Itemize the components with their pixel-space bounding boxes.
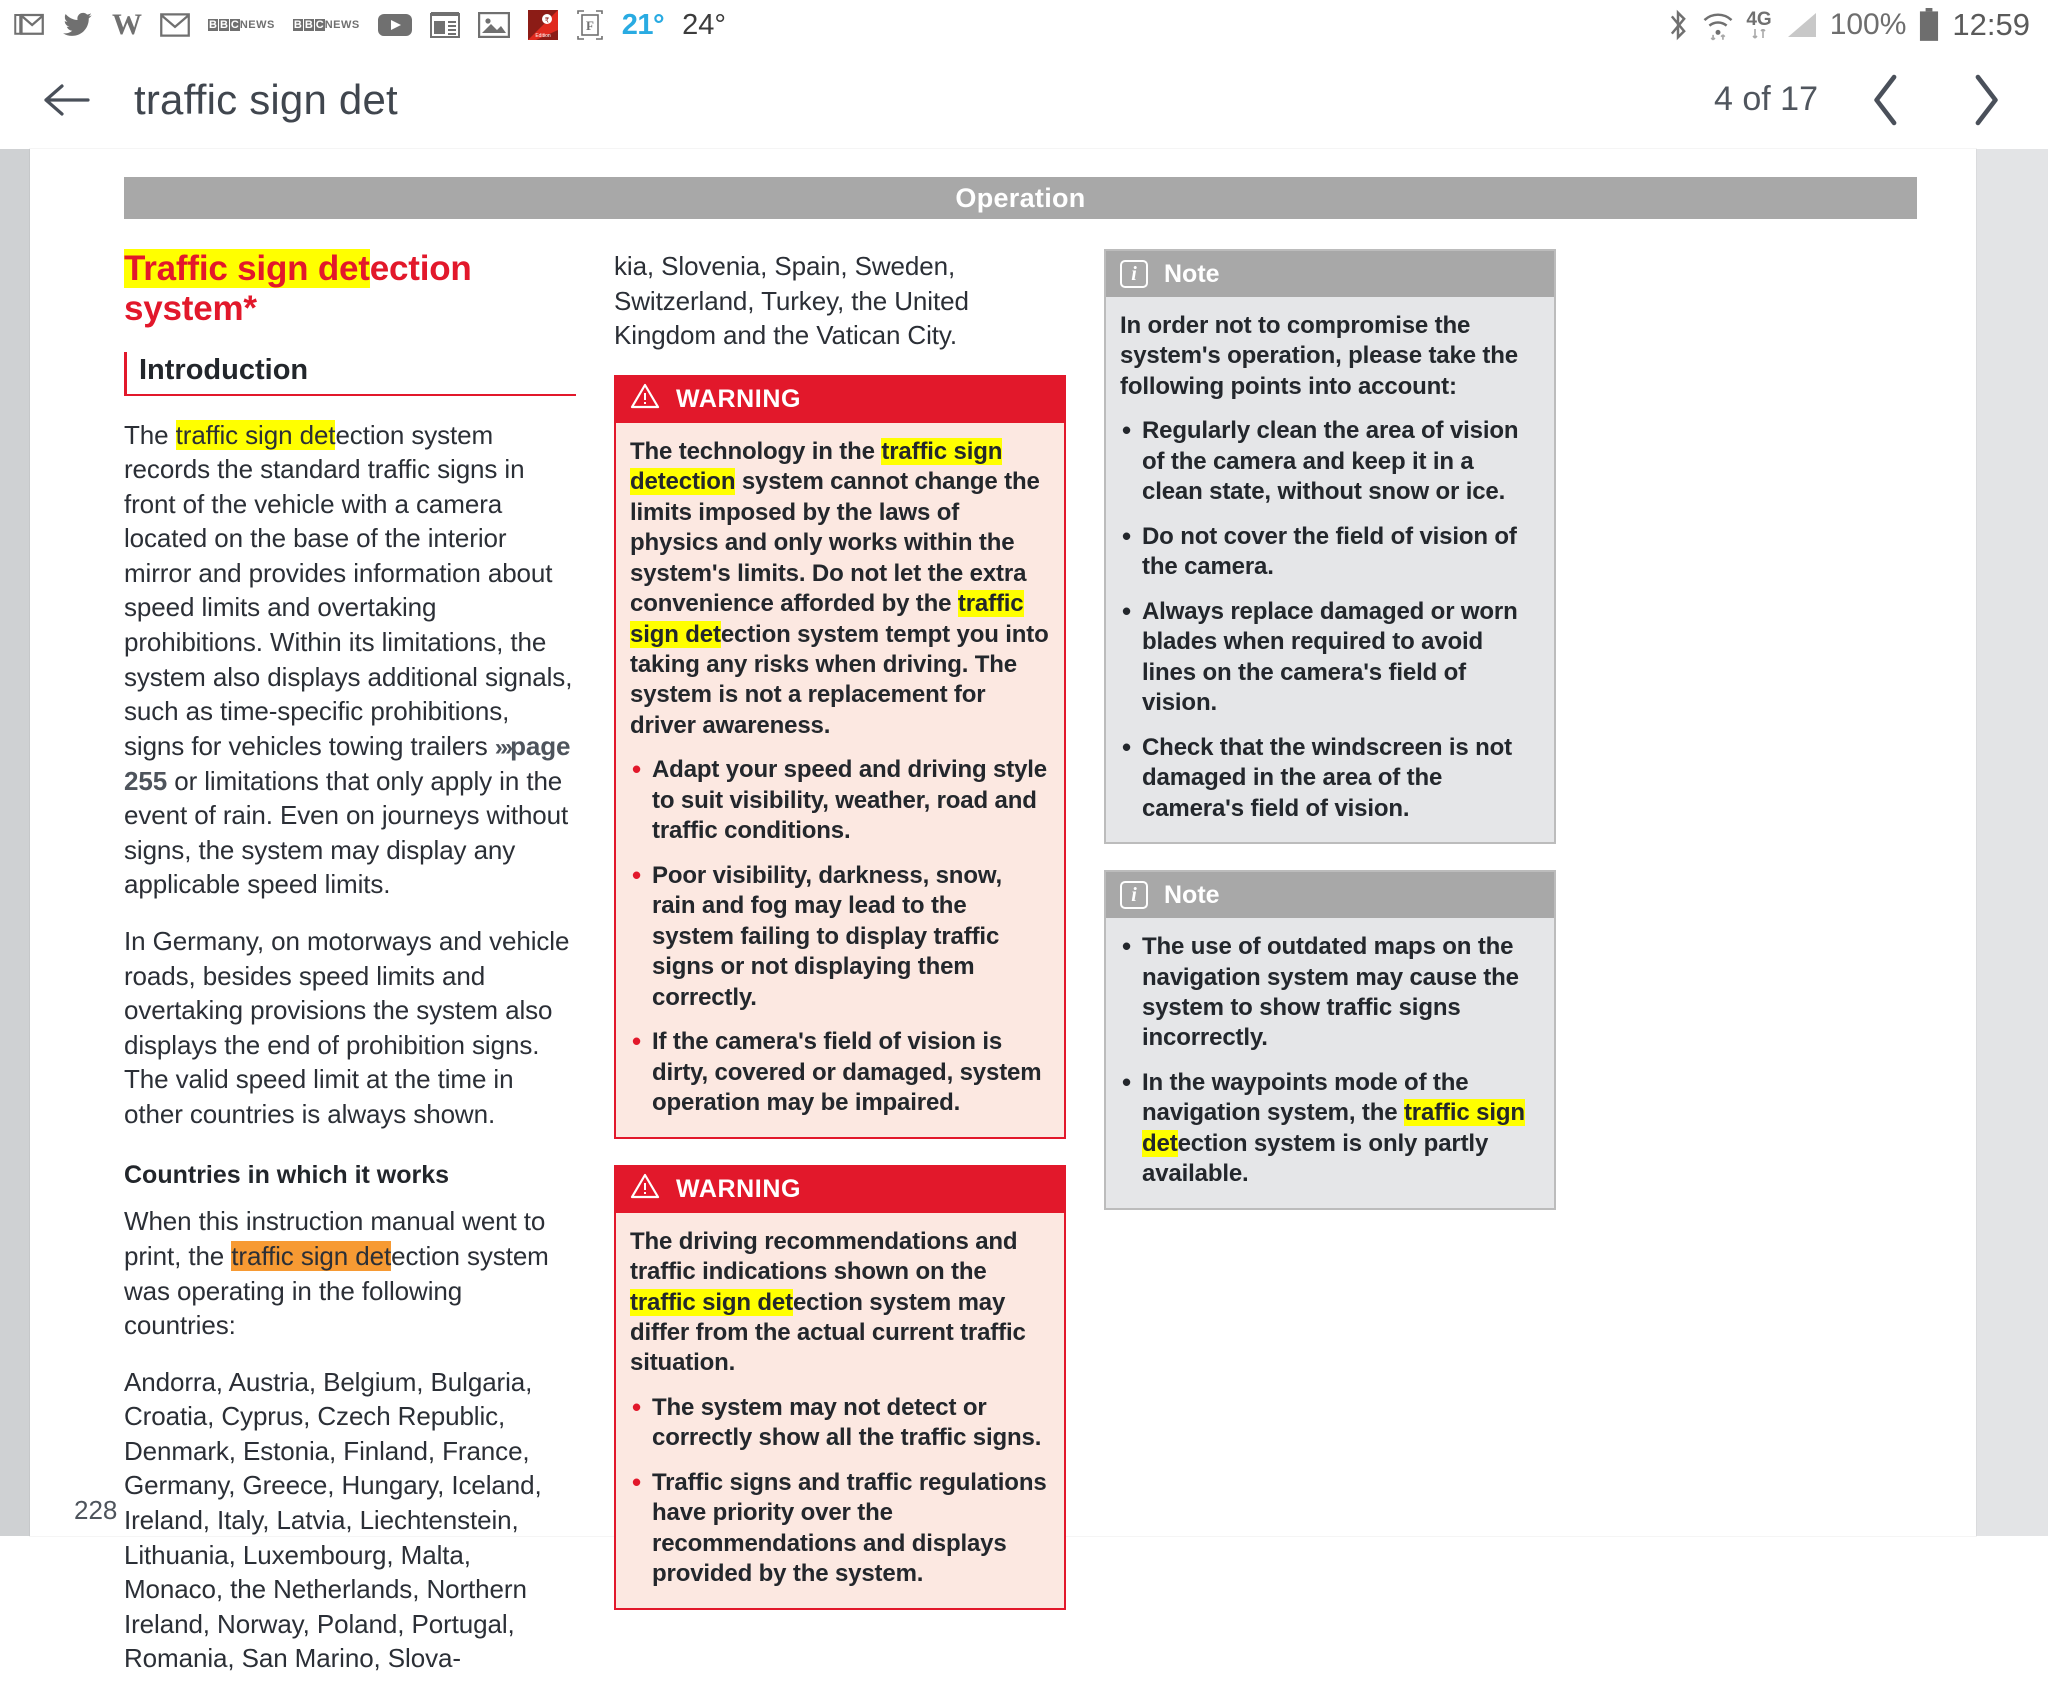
warning-box-1-label: WARNING — [676, 385, 802, 414]
warning-box-1-body: The technology in the traffic sign detec… — [616, 422, 1064, 1137]
note-box-1-label: Note — [1164, 259, 1220, 288]
temperature-primary: 21° — [621, 8, 665, 41]
back-button[interactable] — [38, 71, 96, 129]
note-box-2-body: The use of outdated maps on the navigati… — [1106, 918, 1554, 1208]
info-icon: i — [1120, 260, 1148, 288]
note1-bullet-3: Always replace damaged or worn blades wh… — [1120, 596, 1540, 719]
edition-app-icon: ₹ Edition — [527, 10, 558, 40]
countries-continued-paragraph: kia, Slovenia, Spain, Sweden, Switzerlan… — [614, 251, 969, 351]
app-bar: traffic sign det 4 of 17 — [0, 50, 2048, 149]
subsection-heading: Introduction — [124, 351, 576, 396]
note1-bullet-2: Do not cover the field of vision of the … — [1120, 521, 1540, 583]
youtube-icon — [377, 12, 412, 38]
intro-paragraph-1: The traffic sign detection system record… — [124, 418, 576, 902]
para1-text-c: or limitations that only apply in the ev… — [124, 765, 569, 900]
gmail-stack-icon — [14, 10, 44, 40]
document-title: Traffic sign detection system* — [124, 249, 576, 330]
document-viewer[interactable]: Operation Traffic sign detection system*… — [0, 149, 2048, 1673]
bbc-news-icon: BBC NEWS — [208, 18, 275, 31]
note-box-1-header: i Note — [1106, 251, 1554, 297]
warning2-paragraph: The driving recommendations and traffic … — [630, 1227, 1050, 1379]
para1-highlight: traffic sign det — [175, 419, 336, 450]
warning-box-2-body: The driving recommendations and traffic … — [616, 1212, 1064, 1608]
warning-box-1-header: WARNING — [616, 376, 1064, 423]
cross-reference-arrows-icon: »› — [494, 733, 513, 761]
network-type-icon: 4G — [1746, 10, 1772, 41]
countries-list-paragraph: Andorra, Austria, Belgium, Bulgaria, Cro… — [124, 1366, 542, 1674]
warning2-highlight: traffic sign det — [630, 1288, 793, 1316]
note-box-2-label: Note — [1164, 880, 1220, 909]
warning-box-2-label: WARNING — [676, 1175, 802, 1204]
warning2-text-a: The driving recommendations and traffic … — [630, 1227, 1018, 1286]
battery-percent: 100% — [1829, 8, 1907, 41]
clock: 12:59 — [1952, 7, 2030, 42]
page-folio-number: 228 — [74, 1495, 118, 1525]
page-counter: 4 of 17 — [1714, 80, 1818, 118]
note-box-1-body: In order not to compromise the system's … — [1106, 297, 1554, 843]
column-left: Traffic sign detection system* Introduct… — [124, 249, 576, 1698]
warning1-bullet-1: Adapt your speed and driving style to su… — [630, 754, 1050, 846]
warning-triangle-icon — [630, 1172, 660, 1207]
para1-text-b: ection system records the standard traff… — [124, 419, 573, 761]
status-bar-system-icons: 4G 100% 12:59 — [1666, 0, 2030, 50]
warning1-bullet-2: Poor visibility, darkness, snow, rain an… — [630, 860, 1050, 1013]
warning1-text-a: The technology in the — [630, 437, 882, 465]
flipboard-icon: F — [576, 10, 604, 40]
battery-full-icon — [1918, 8, 1940, 42]
gallery-icon — [477, 12, 510, 38]
warning-triangle-icon — [630, 382, 660, 417]
note-box-1: i Note In order not to compromise the sy… — [1104, 249, 1556, 845]
twitter-icon — [62, 10, 94, 40]
section-header-band: Operation — [124, 177, 1917, 219]
countries-heading: Countries in which it works — [124, 1161, 450, 1190]
para3-highlight: traffic sign det — [231, 1240, 392, 1271]
column-middle: kia, Slovenia, Spain, Sweden, Switzerlan… — [614, 249, 1066, 1698]
app-bar-actions: 4 of 17 — [1714, 68, 2048, 132]
warning-box-1: WARNING The technology in the traffic si… — [614, 374, 1066, 1139]
next-page-button[interactable] — [1954, 68, 2018, 132]
previous-page-button[interactable] — [1854, 68, 1918, 132]
warning2-bullet-2: Traffic signs and traffic regulations ha… — [630, 1467, 1050, 1590]
note1-bullet-1: Regularly clean the area of vision of th… — [1120, 415, 1540, 507]
countries-intro-paragraph: When this instruction manual went to pri… — [124, 1204, 576, 1342]
note1-intro: In order not to compromise the system's … — [1120, 312, 1518, 400]
gmail-icon — [160, 12, 190, 38]
temperature-secondary: 24° — [682, 8, 726, 41]
warning1-bullet-3: If the camera's field of vision is dirty… — [630, 1026, 1050, 1118]
bluetooth-icon — [1666, 9, 1690, 41]
svg-text:₹: ₹ — [544, 17, 549, 25]
note-box-2: i Note The use of outdated maps on the n… — [1104, 870, 1556, 1210]
warning1-paragraph: The technology in the traffic sign detec… — [630, 437, 1050, 742]
scroll-gutter[interactable] — [0, 149, 30, 1536]
document-page[interactable]: Operation Traffic sign detection system*… — [30, 149, 1976, 1673]
wikipedia-icon: W — [112, 8, 142, 41]
note-box-2-header: i Note — [1106, 872, 1554, 919]
bbc-news-icon-2: BBC NEWS — [292, 18, 360, 31]
status-bar: W BBC NEWS BBC NEWS ₹ Edition F 21° 24° … — [0, 0, 2048, 50]
info-icon: i — [1120, 881, 1148, 910]
note2-bullet-2: In the waypoints mode of the navigation … — [1120, 1067, 1540, 1190]
warning-box-2-header: WARNING — [616, 1166, 1064, 1213]
warning2-bullet-1: The system may not detect or correctly s… — [630, 1392, 1050, 1454]
title-highlighted-text: Traffic sign det — [124, 249, 370, 288]
svg-text:Edition: Edition — [535, 33, 551, 39]
note2-bullet-2-text-b: ection system is only partly available. — [1142, 1129, 1489, 1188]
para1-text-a: The — [124, 419, 176, 450]
news-reader-icon — [429, 11, 460, 39]
signal-icon — [1784, 11, 1818, 39]
svg-text:F: F — [586, 18, 594, 33]
intro-paragraph-2: In Germany, on motorways and vehicle roa… — [124, 925, 570, 1129]
wifi-icon — [1702, 9, 1734, 41]
warning-box-2: WARNING The driving recommendations and … — [614, 1164, 1066, 1610]
page-title: traffic sign det — [134, 75, 398, 123]
note1-bullet-4: Check that the windscreen is not damaged… — [1120, 732, 1540, 824]
column-right: i Note In order not to compromise the sy… — [1104, 249, 1556, 1698]
note2-bullet-1: The use of outdated maps on the navigati… — [1120, 931, 1540, 1054]
status-bar-notification-icons: W BBC NEWS BBC NEWS ₹ Edition F 21° 24° — [0, 8, 726, 42]
